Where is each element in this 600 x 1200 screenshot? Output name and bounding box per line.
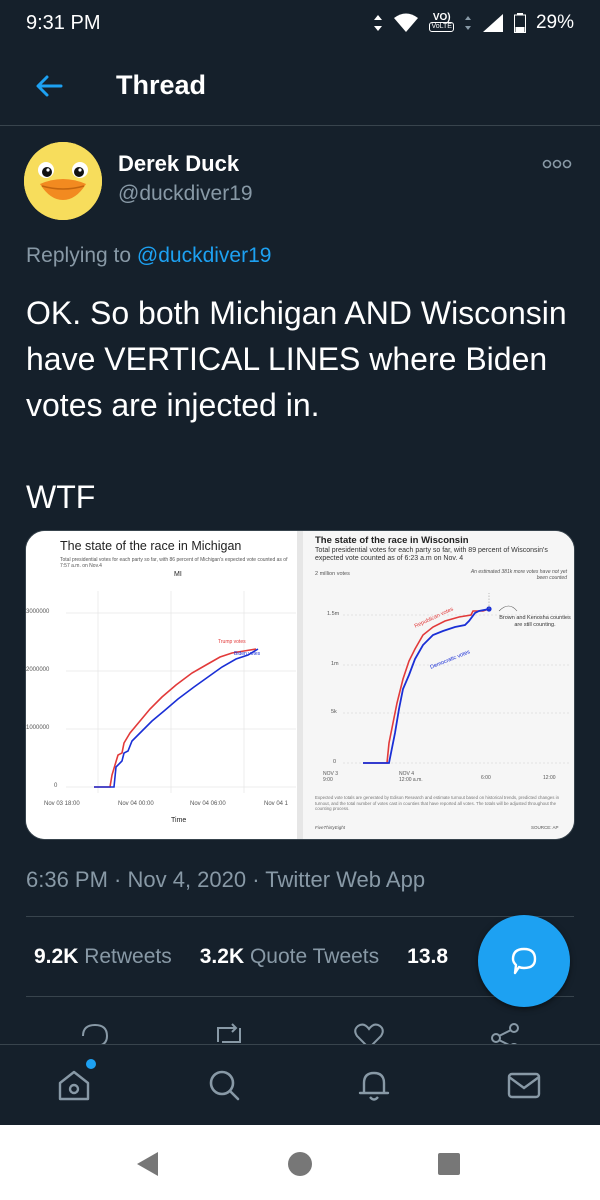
michigan-xtick: Nov 04 1 [264,801,289,807]
status-time: 9:31 PM [26,11,101,34]
compose-reply-button[interactable] [478,915,570,1007]
author-name[interactable]: Derek Duck [118,151,239,177]
status-icons: VO) VoLTE 29% [373,12,574,34]
duck-face-icon [24,142,102,220]
system-home-button[interactable] [283,1147,317,1181]
retweets-count: 9.2K [34,945,79,968]
tweet-timestamp[interactable]: 6:36 PM · Nov 4, 2020 · Twitter Web App [26,867,425,893]
back-button[interactable] [24,61,74,111]
likes-stat[interactable]: 13.8 [407,945,448,969]
system-back-button[interactable] [130,1147,164,1181]
divider [26,916,574,917]
wisconsin-xtick: 6:00 [481,775,491,781]
battery-percent: 29% [535,12,574,33]
michigan-ytick: 0 [54,783,58,789]
wisconsin-xtick: NOV 3 9:00 [323,771,339,783]
signal-icon [482,14,503,32]
replying-mention-link[interactable]: @duckdiver19 [137,244,272,267]
nav-home[interactable] [50,1061,98,1109]
retweet-icon [217,1023,241,1043]
circle-home-icon [288,1152,312,1176]
system-recents-button[interactable] [432,1147,466,1181]
nav-search[interactable] [200,1061,248,1109]
wisconsin-ytick: 1.5m [327,611,340,617]
mail-icon [507,1072,541,1099]
square-recents-icon [438,1153,460,1175]
michigan-xtick: Nov 03 18:00 [44,801,80,807]
michigan-chart [66,591,296,793]
page-title: Thread [116,70,207,100]
quote-tweets-stat[interactable]: 3.2K Quote Tweets [200,945,379,969]
battery-icon [513,13,526,33]
michigan-x-label: Time [171,817,187,824]
wisconsin-ytick: 5k [331,709,337,715]
volte-icon: VO) VoLTE [429,12,454,32]
wifi-icon [394,13,419,32]
like-button[interactable] [352,1020,386,1044]
michigan-trump-label: Trump votes [218,639,246,645]
quote-tweets-count: 3.2K [199,945,245,968]
wisconsin-footnote: Expected vote totals are generated by Ed… [315,795,560,812]
nav-messages[interactable] [500,1061,548,1109]
more-options-button[interactable] [542,157,572,171]
author-handle[interactable]: @duckdiver19 [118,182,253,206]
reply-button[interactable] [78,1020,112,1044]
wisconsin-callout: Brown and Kenosha counties are still cou… [499,615,571,628]
michigan-xtick: Nov 04 00:00 [118,801,154,807]
thread-header: Thread [0,46,600,126]
wisconsin-rep-line [363,608,490,764]
wisconsin-source-right: SOURCE: AP [531,825,559,830]
tweet-text: OK. So both Michigan AND Wisconsin have … [26,295,567,515]
nav-notifications[interactable] [350,1061,398,1109]
avatar[interactable] [24,142,102,220]
michigan-biden-label: Biden votes [234,651,261,657]
tweet-media[interactable]: The state of the race in Michigan Total … [25,530,575,840]
system-navigation-bar [0,1125,600,1200]
status-bar: 9:31 PM VO) VoLTE 29% [0,0,600,46]
tweet-actions [0,1016,600,1044]
wisconsin-chart-image: The state of the race in Wisconsin Total… [303,531,574,839]
heart-icon [354,1023,384,1044]
likes-count: 13.8 [407,945,449,968]
michigan-chart-image: The state of the race in Michigan Total … [26,531,298,839]
replying-to: Replying to @duckdiver19 [26,244,271,268]
data-transfer-icon [374,15,383,31]
tweet-stats: 9.2K Retweets 3.2K Quote Tweets 13.8 [34,945,448,969]
mobile-data-icon [464,16,471,30]
wisconsin-source-left: FiveThirtyEight [315,825,346,830]
retweets-stat[interactable]: 9.2K Retweets [34,945,172,969]
home-icon [58,1070,90,1101]
arrow-left-icon [36,75,63,96]
retweets-label: Retweets [84,945,172,968]
search-icon [209,1070,240,1101]
share-icon [491,1023,519,1044]
more-horizontal-icon [542,159,572,169]
chat-bubble-icon [511,947,537,975]
triangle-back-icon [137,1152,158,1176]
bottom-navigation [0,1044,600,1125]
retweet-button[interactable] [212,1020,246,1044]
share-button[interactable] [488,1020,522,1044]
reply-icon [82,1023,109,1044]
michigan-xtick: Nov 04 06:00 [190,801,226,807]
michigan-ytick: 1000000 [26,725,50,731]
michigan-biden-line [94,648,259,788]
bell-icon [358,1071,390,1101]
wisconsin-ytick: 1m [331,661,339,667]
divider [26,996,574,997]
wisconsin-chart [343,593,571,764]
replying-prefix: Replying to [26,244,137,267]
quote-tweets-label: Quote Tweets [249,945,380,968]
wisconsin-ytick: 0 [333,759,337,765]
wisconsin-xtick: 12:00 [543,775,556,781]
michigan-ytick: 2000000 [26,667,50,673]
wisconsin-xtick: NOV 4 12:00 a.m. [399,771,423,783]
michigan-ytick: 3000000 [26,609,50,615]
michigan-trump-line [94,648,257,788]
